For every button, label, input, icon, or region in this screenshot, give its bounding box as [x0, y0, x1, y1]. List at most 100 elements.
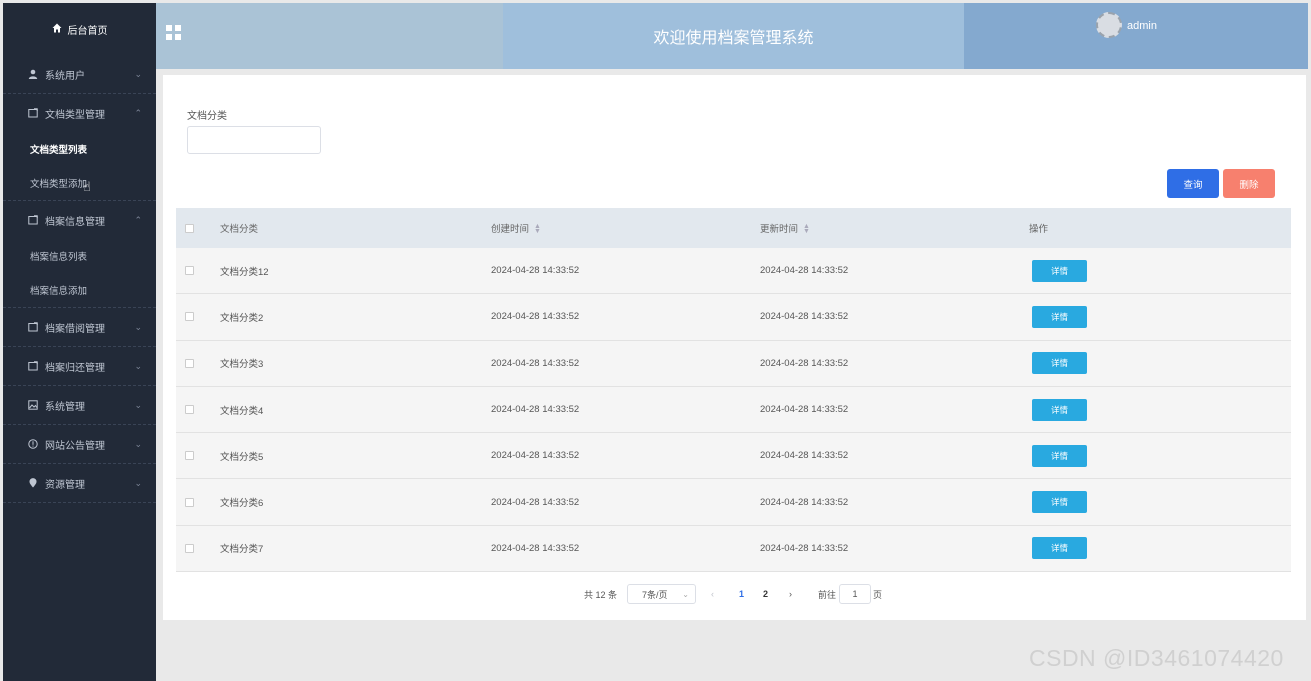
row-checkbox[interactable] — [185, 543, 194, 553]
sidebar-group-return: 档案归还管理 ⌄ — [3, 347, 156, 386]
page-size-select[interactable]: 7条/页 ⌄ — [627, 584, 696, 604]
next-page-icon[interactable]: › — [789, 584, 792, 604]
page-1[interactable]: 1 — [739, 584, 744, 604]
cell-category: 文档分类5 — [220, 451, 264, 463]
sidebar-home[interactable]: 后台首页 — [3, 3, 156, 55]
data-table: 文档分类 创建时间 ▲ ▼ 更新时间 ▲ ▼ 操作 文档分类12 2024-04-28 … — [176, 208, 1291, 573]
cell-created: 2024-04-28 14:33:52 — [491, 357, 580, 369]
cell-updated: 2024-04-28 14:33:52 — [760, 496, 849, 508]
select-all-checkbox[interactable] — [185, 223, 194, 233]
cell-category: 文档分类6 — [220, 498, 264, 510]
detail-button[interactable]: 详情 — [1032, 305, 1087, 328]
cell-category: 文档分类3 — [220, 359, 264, 371]
col-header-created[interactable]: 创建时间 ▲ ▼ — [491, 221, 541, 235]
table-row: 文档分类3 2024-04-28 14:33:52 2024-04-28 14:… — [176, 340, 1291, 387]
sidebar-sub-doc-type-list[interactable]: 文档类型列表 — [3, 132, 156, 166]
detail-button[interactable]: 详情 — [1032, 537, 1087, 560]
folder-icon — [27, 107, 39, 119]
detail-button[interactable]: 详情 — [1032, 398, 1087, 421]
sort-icon[interactable]: ▲ ▼ — [534, 223, 541, 235]
row-checkbox[interactable] — [185, 312, 194, 322]
page-title: 欢迎使用档案管理系统 — [653, 30, 814, 47]
page-2[interactable]: 2 — [763, 584, 768, 604]
cell-updated: 2024-04-28 14:33:52 — [760, 311, 849, 323]
sidebar-item-label: 档案信息管理 — [45, 216, 105, 228]
sidebar-item-system-mgmt[interactable]: 系统管理 ⌄ — [3, 386, 156, 424]
sidebar-item-label: 资源管理 — [45, 479, 85, 491]
row-checkbox[interactable] — [185, 266, 194, 276]
col-header-category: 文档分类 — [220, 224, 259, 235]
username[interactable]: admin — [1127, 20, 1157, 32]
cell-created: 2024-04-28 14:33:52 — [491, 265, 580, 277]
folder-icon — [27, 214, 39, 226]
header-title-bar: 欢迎使用档案管理系统 — [503, 3, 964, 69]
row-checkbox[interactable] — [185, 451, 194, 461]
detail-button[interactable]: 详情 — [1032, 444, 1087, 467]
sidebar-sub-archive-add[interactable]: 档案信息添加 — [3, 273, 156, 307]
table-row: 文档分类4 2024-04-28 14:33:52 2024-04-28 14:… — [176, 386, 1291, 434]
cell-updated: 2024-04-28 14:33:52 — [760, 450, 849, 462]
table-row: 文档分类12 2024-04-28 14:33:52 2024-04-28 14… — [176, 248, 1291, 295]
sidebar-group-doc-types: 文档类型管理 ⌃ 文档类型列表 文档类型添加 ☝ — [3, 94, 156, 201]
menu-grid-icon[interactable] — [166, 25, 181, 40]
chevron-down-icon: ⌄ — [134, 322, 142, 332]
folder-icon — [27, 360, 39, 372]
sidebar-sub-archive-list[interactable]: 档案信息列表 — [3, 239, 156, 273]
detail-button[interactable]: 详情 — [1032, 352, 1087, 375]
sidebar-item-borrow-mgmt[interactable]: 档案借阅管理 ⌄ — [3, 308, 156, 346]
cell-updated: 2024-04-28 14:33:52 — [760, 542, 849, 554]
sidebar-sub-doc-type-add[interactable]: 文档类型添加 ☝ — [3, 166, 156, 200]
sidebar-item-system-users[interactable]: 系统用户 ⌄ — [3, 55, 156, 93]
cell-category: 文档分类12 — [220, 266, 269, 278]
page-size-value: 7条/页 — [642, 589, 668, 600]
chevron-down-icon: ⌄ — [134, 69, 142, 79]
row-checkbox[interactable] — [185, 497, 194, 507]
cell-created: 2024-04-28 14:33:52 — [491, 542, 580, 554]
folder-icon — [27, 321, 39, 333]
chevron-down-icon: ⌄ — [134, 361, 142, 371]
search-input[interactable] — [187, 126, 321, 154]
detail-button[interactable]: 详情 — [1032, 491, 1087, 514]
sidebar-home-label: 后台首页 — [67, 25, 108, 37]
col-header-updated[interactable]: 更新时间 ▲ ▼ — [760, 221, 810, 235]
sidebar-item-resource-mgmt[interactable]: 资源管理 ⌄ — [3, 464, 156, 502]
table-row: 文档分类7 2024-04-28 14:33:52 2024-04-28 14:… — [176, 525, 1291, 573]
cell-category: 文档分类4 — [220, 405, 264, 417]
cell-category: 文档分类7 — [220, 544, 264, 556]
row-checkbox[interactable] — [185, 358, 194, 368]
sidebar-item-label: 系统用户 — [45, 70, 85, 82]
prev-page-icon[interactable]: ‹ — [711, 584, 714, 604]
sub-label: 文档类型添加 — [30, 179, 88, 190]
sort-icon[interactable]: ▲ ▼ — [803, 223, 810, 235]
cell-updated: 2024-04-28 14:33:52 — [760, 357, 849, 369]
header-left — [156, 3, 503, 69]
goto-page-input[interactable]: 1 — [839, 584, 871, 604]
table-row: 文档分类2 2024-04-28 14:33:52 2024-04-28 14:… — [176, 294, 1291, 341]
image-icon — [27, 399, 39, 411]
search-label: 文档分类 — [187, 111, 227, 122]
query-button[interactable]: 查询 — [1167, 169, 1219, 198]
home-icon — [52, 23, 62, 36]
col-label: 创建时间 — [491, 224, 530, 235]
sidebar-group-archive-info: 档案信息管理 ⌃ 档案信息列表 档案信息添加 — [3, 201, 156, 308]
watermark: CSDN @ID3461074420 — [1029, 645, 1284, 671]
sidebar-group-notice: 网站公告管理 ⌄ — [3, 425, 156, 464]
sub-label: 档案信息添加 — [30, 286, 88, 297]
header-user: admin — [964, 3, 1308, 69]
sidebar: 后台首页 系统用户 ⌄ 文档类型管理 ⌃ 文档类型列表 文档类型添加 ☝ 档案信息… — [3, 3, 156, 681]
chevron-down-icon: ⌄ — [682, 589, 689, 599]
sidebar-item-notice-mgmt[interactable]: 网站公告管理 ⌄ — [3, 425, 156, 463]
hand-cursor-icon: ☝ — [83, 179, 91, 194]
cell-created: 2024-04-28 14:33:52 — [491, 450, 580, 462]
sidebar-item-doc-type-mgmt[interactable]: 文档类型管理 ⌃ — [3, 94, 156, 132]
cell-updated: 2024-04-28 14:33:52 — [760, 404, 849, 416]
row-checkbox[interactable] — [185, 405, 194, 415]
pagination: 共 12 条 7条/页 ⌄ ‹ 1 2 › 前往 1 页 — [163, 584, 1306, 606]
avatar[interactable] — [1096, 12, 1122, 38]
pagination-total: 共 12 条 — [584, 589, 618, 600]
sub-label: 档案信息列表 — [30, 252, 88, 263]
detail-button[interactable]: 详情 — [1032, 259, 1087, 282]
sidebar-item-return-mgmt[interactable]: 档案归还管理 ⌄ — [3, 347, 156, 385]
delete-button[interactable]: 删除 — [1223, 169, 1275, 198]
sidebar-item-archive-info-mgmt[interactable]: 档案信息管理 ⌃ — [3, 201, 156, 239]
